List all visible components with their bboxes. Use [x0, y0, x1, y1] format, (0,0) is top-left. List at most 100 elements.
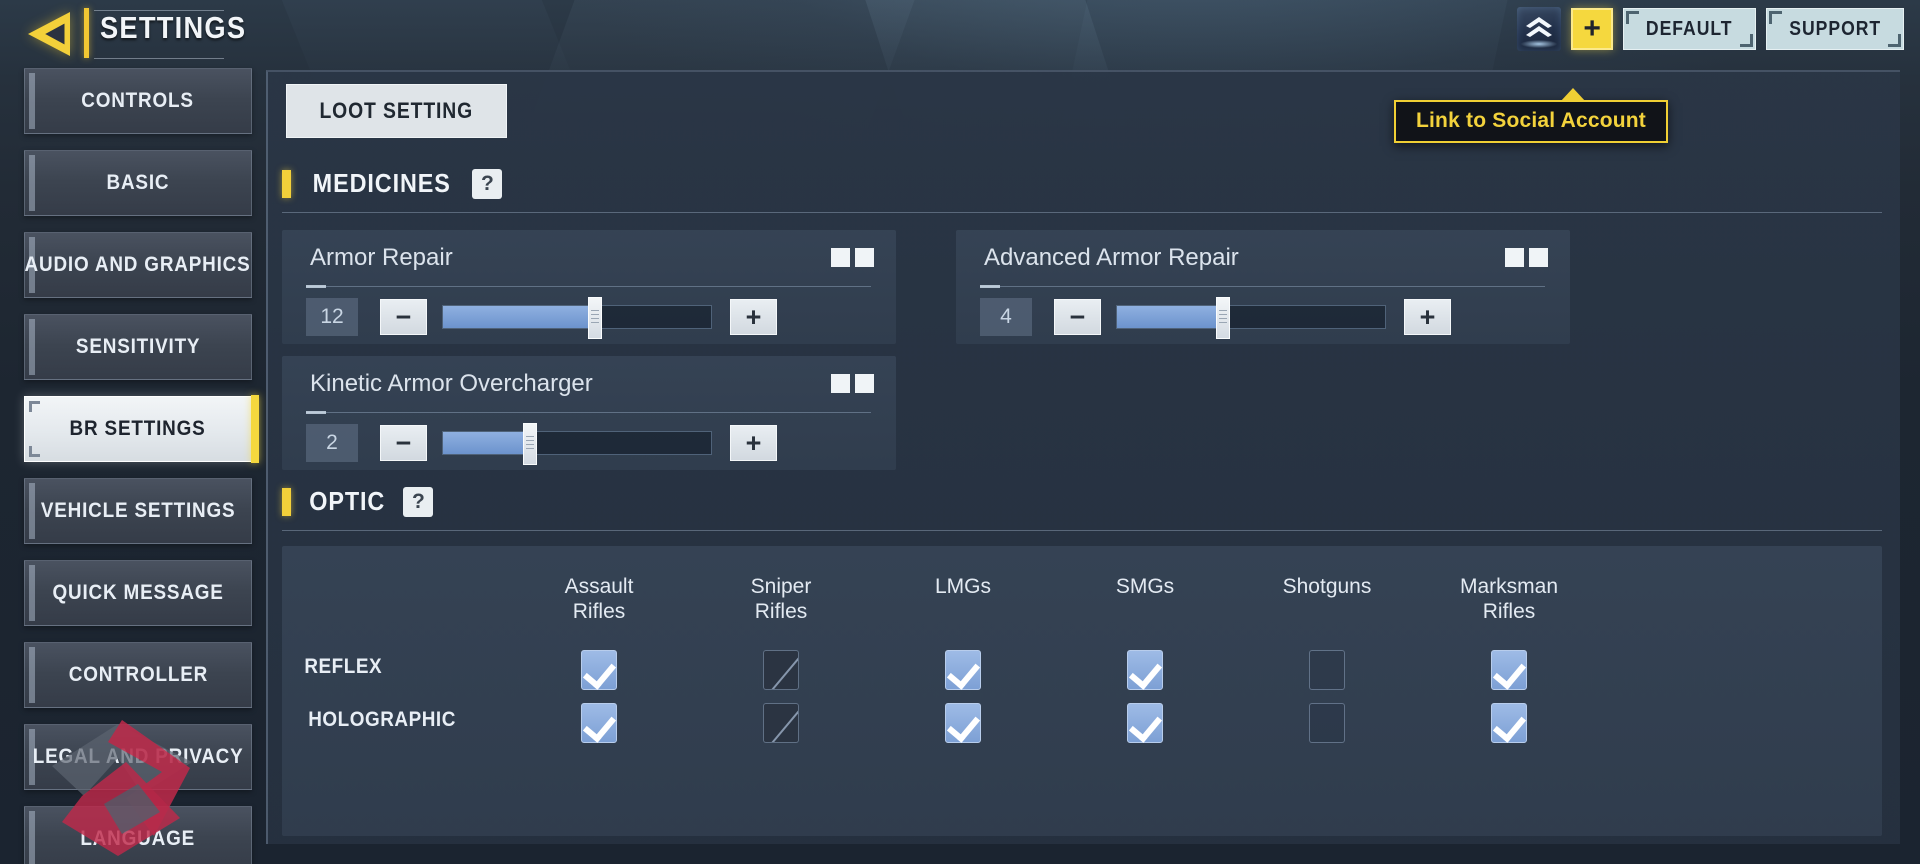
item-card-kinetic-armor-overcharger: Kinetic Armor Overcharger 2 − + — [282, 356, 896, 470]
optic-column-header-line: SMGs — [1115, 575, 1175, 598]
add-button[interactable]: + — [1571, 8, 1614, 50]
optic-column-header-line: Marksman — [1459, 575, 1559, 598]
tab-loot-setting-label: LOOT SETTING — [319, 98, 474, 123]
back-arrow-icon[interactable] — [24, 8, 76, 60]
content-panel: LOOT SETTING MEDICINES ? Armor Repair 12… — [266, 70, 1900, 844]
section-accent-bar — [282, 487, 291, 516]
rank-chevron-icon[interactable] — [1517, 7, 1562, 51]
optic-row-label: REFLEX — [304, 655, 383, 678]
sidebar-item-br-settings[interactable]: BR SETTINGS — [24, 395, 259, 463]
item-rule — [306, 285, 871, 288]
item-value: 12 — [306, 298, 358, 336]
tab-loot-setting[interactable]: LOOT SETTING — [286, 84, 507, 138]
optic-column-header: Shotguns — [1236, 574, 1418, 599]
optic-column-header: Marksman Rifles — [1418, 574, 1600, 624]
help-icon[interactable]: ? — [403, 486, 434, 517]
increment-button[interactable]: + — [730, 425, 777, 461]
sidebar-item-basic[interactable]: BASIC — [24, 150, 252, 216]
optic-column-header: SMGs — [1054, 574, 1236, 599]
optic-column-header: LMGs — [872, 574, 1054, 599]
item-rule — [980, 285, 1545, 288]
slider-fill — [443, 432, 532, 454]
increment-button[interactable]: + — [1404, 299, 1451, 335]
default-button-label: DEFAULT — [1646, 17, 1733, 40]
optic-checkbox[interactable] — [581, 703, 617, 743]
optic-checkbox — [763, 650, 799, 690]
settings-sidebar: CONTROLS BASIC AUDIO AND GRAPHICS SENSITIVI… — [24, 68, 259, 864]
optic-column-header-line: Rifles — [572, 600, 626, 623]
optic-checkbox[interactable] — [1127, 703, 1163, 743]
optic-checkbox[interactable] — [1309, 650, 1345, 690]
title-divider — [84, 8, 89, 58]
slider-knob[interactable] — [587, 297, 602, 339]
sidebar-item-label: AUDIO AND GRAPHICS — [25, 253, 252, 276]
optic-checkbox[interactable] — [1491, 703, 1527, 743]
item-name: Armor Repair — [310, 244, 453, 271]
slider-fill — [1117, 306, 1225, 328]
segment-indicator — [831, 374, 874, 393]
item-card-armor-repair: Armor Repair 12 − + — [282, 230, 896, 344]
value-slider[interactable] — [1116, 297, 1386, 339]
sidebar-item-sensitivity[interactable]: SENSITIVITY — [24, 314, 252, 380]
sidebar-item-language[interactable]: LANGUAGE — [24, 806, 252, 864]
sidebar-item-vehicle-settings[interactable]: VEHICLE SETTINGS — [24, 478, 252, 544]
section-rule — [282, 212, 1882, 213]
optic-checkbox[interactable] — [1491, 650, 1527, 690]
default-button[interactable]: DEFAULT — [1623, 8, 1756, 50]
optic-column-header-line: LMGs — [934, 575, 991, 598]
optic-column-header-line: Shotguns — [1282, 575, 1372, 598]
decrement-button[interactable]: − — [380, 299, 427, 335]
sidebar-item-quick-message[interactable]: QUICK MESSAGE — [24, 560, 252, 626]
optic-checkbox[interactable] — [1127, 650, 1163, 690]
tab-bar: LOOT SETTING — [268, 84, 507, 138]
tooltip-text: Link to Social Account — [1416, 109, 1646, 132]
value-slider[interactable] — [442, 297, 712, 339]
section-header-medicines: MEDICINES ? — [282, 168, 503, 199]
slider-knob[interactable] — [1216, 297, 1231, 339]
page-title: SETTINGS — [100, 10, 247, 45]
item-value: 4 — [980, 298, 1032, 336]
section-rule — [282, 530, 1882, 531]
slider-knob[interactable] — [523, 423, 538, 465]
sidebar-item-label: BASIC — [106, 171, 170, 194]
active-accent-bar — [251, 395, 259, 463]
sidebar-item-label: CONTROLLER — [68, 663, 208, 686]
decrement-button[interactable]: − — [380, 425, 427, 461]
top-header: SETTINGS + DEFAULT SUPPORT — [0, 0, 1920, 66]
value-slider[interactable] — [442, 423, 712, 465]
settings-screen: SETTINGS + DEFAULT SUPPORT Link to Socia… — [0, 0, 1920, 864]
support-button-label: SUPPORT — [1788, 17, 1881, 40]
decrement-button[interactable]: − — [1054, 299, 1101, 335]
support-button[interactable]: SUPPORT — [1765, 8, 1904, 50]
optic-checkbox[interactable] — [945, 650, 981, 690]
sidebar-item-controller[interactable]: CONTROLLER — [24, 642, 252, 708]
sidebar-item-label: LANGUAGE — [80, 827, 196, 850]
item-name: Kinetic Armor Overcharger — [310, 370, 593, 397]
item-rule — [306, 411, 871, 414]
optic-checkbox[interactable] — [945, 703, 981, 743]
sidebar-item-label: CONTROLS — [81, 89, 195, 112]
section-header-optic: OPTIC ? — [282, 486, 434, 517]
optic-checkbox[interactable] — [581, 650, 617, 690]
optic-row-label: HOLOGRAPHIC — [308, 708, 456, 731]
sidebar-item-label: VEHICLE SETTINGS — [40, 499, 236, 522]
item-name: Advanced Armor Repair — [984, 244, 1239, 271]
sidebar-item-audio-and-graphics[interactable]: AUDIO AND GRAPHICS — [24, 232, 252, 298]
sidebar-item-label: LEGAL AND PRIVACY — [32, 745, 244, 768]
sidebar-item-label: QUICK MESSAGE — [52, 581, 224, 604]
slider-fill — [443, 306, 599, 328]
title-rule-bottom — [94, 58, 224, 59]
increment-button[interactable]: + — [730, 299, 777, 335]
sidebar-item-legal-and-privacy[interactable]: LEGAL AND PRIVACY — [24, 724, 252, 790]
optic-checkbox[interactable] — [1309, 703, 1345, 743]
sidebar-item-label: SENSITIVITY — [75, 335, 201, 358]
optic-column-header: Assault Rifles — [508, 574, 690, 624]
optic-table-card: Assault Rifles Sniper Rifles LMGs SMGs Shotgun… — [282, 546, 1882, 836]
segment-indicator — [1505, 248, 1548, 267]
optic-column-header-line: Sniper — [750, 575, 812, 598]
optic-column-header-line: Rifles — [1482, 600, 1536, 623]
section-title-optic: OPTIC — [309, 486, 386, 516]
optic-checkbox — [763, 703, 799, 743]
help-icon[interactable]: ? — [472, 168, 503, 199]
sidebar-item-controls[interactable]: CONTROLS — [24, 68, 252, 134]
